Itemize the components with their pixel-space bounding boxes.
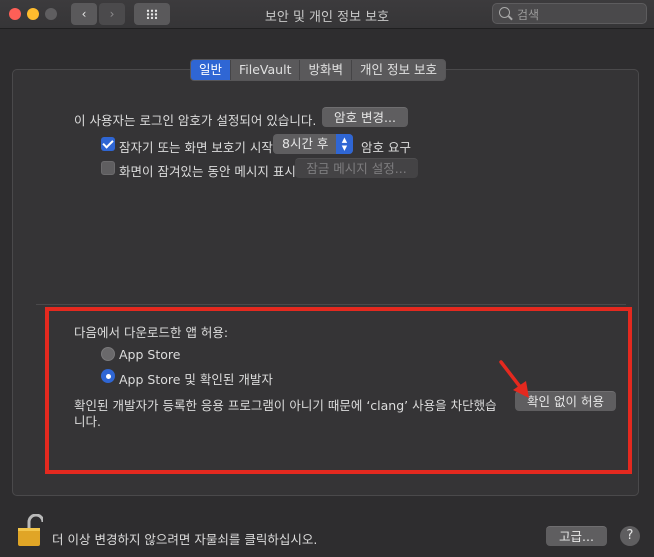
tab-general[interactable]: 일반: [191, 60, 232, 80]
app-store-and-identified-label: App Store 및 확인된 개발자: [119, 372, 273, 387]
tab-bar: 일반 FileVault 방화벽 개인 정보 보호: [190, 59, 446, 81]
password-delay-value: 8시간 후: [282, 136, 329, 151]
title-bar: ‹ › 보안 및 개인 정보 보호: [0, 0, 654, 29]
require-password-suffix: 암호 요구: [361, 140, 411, 155]
require-password-label: 잠자기 또는 화면 보호기 시작: [119, 140, 273, 155]
lock-icon[interactable]: [17, 514, 43, 548]
blocked-app-message-line2: 니다.: [74, 414, 101, 429]
tab-filevault[interactable]: FileVault: [231, 60, 301, 80]
login-password-text: 이 사용자는 로그인 암호가 설정되어 있습니다.: [74, 113, 317, 128]
search-field[interactable]: [492, 3, 647, 24]
app-store-radio[interactable]: [101, 347, 115, 361]
lock-instruction-text: 더 이상 변경하지 않으려면 자물쇠를 클릭하십시오.: [52, 532, 318, 547]
advanced-button[interactable]: 고급...: [546, 526, 607, 546]
set-lock-message-button[interactable]: 잠금 메시지 설정...: [295, 158, 418, 178]
help-button[interactable]: ?: [620, 526, 640, 546]
red-arrow-annotation: [499, 360, 529, 398]
change-password-button[interactable]: 암호 변경...: [322, 107, 408, 127]
password-delay-popup[interactable]: 8시간 후 ▲ ▼: [273, 134, 353, 154]
downloads-heading: 다음에서 다운로드한 앱 허용:: [74, 325, 229, 340]
search-icon: [499, 7, 510, 18]
tab-firewall[interactable]: 방화벽: [300, 60, 352, 80]
app-store-label: App Store: [119, 347, 181, 362]
updown-arrows-icon: ▲ ▼: [336, 134, 353, 154]
lock-message-checkbox[interactable]: [101, 161, 115, 175]
require-password-checkbox[interactable]: [101, 137, 115, 151]
lock-message-label: 화면이 잠겨있는 동안 메시지 표시: [119, 164, 296, 179]
section-divider: [36, 304, 626, 305]
search-input[interactable]: [515, 5, 644, 24]
app-store-and-identified-radio[interactable]: [101, 369, 115, 383]
blocked-app-message-line1: 확인된 개발자가 등록한 응용 프로그램이 아니기 때문에 ‘clang’ 사용…: [74, 398, 497, 413]
tab-privacy[interactable]: 개인 정보 보호: [352, 60, 445, 80]
